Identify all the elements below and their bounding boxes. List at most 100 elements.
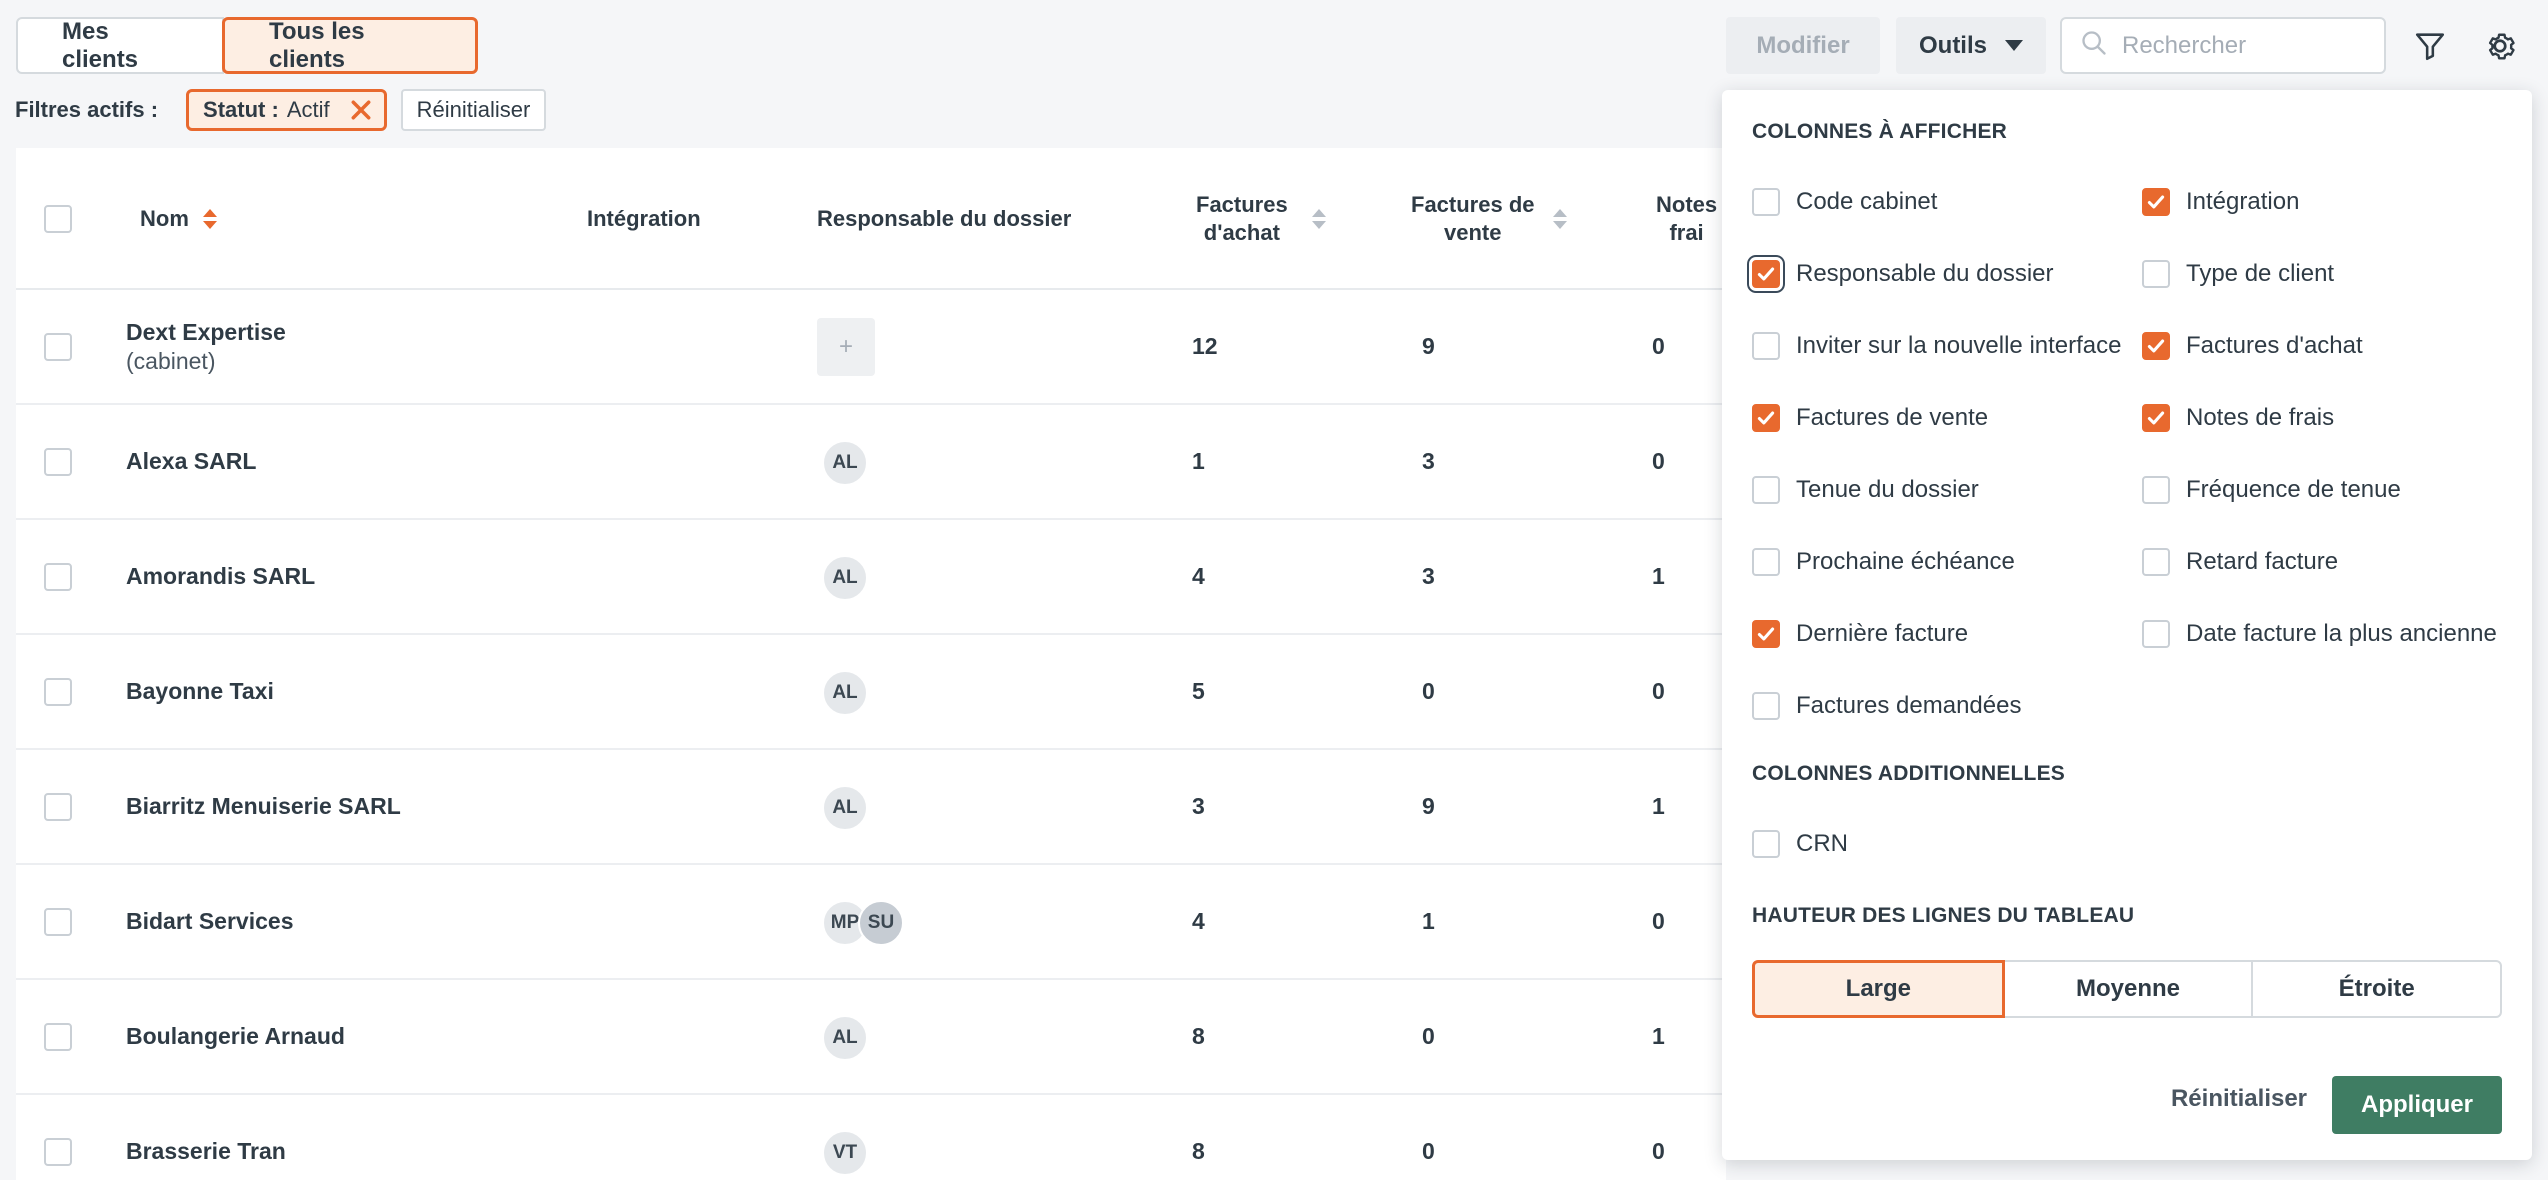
table-row[interactable]: Boulangerie Arnaud AL 8 0 1: [16, 980, 1726, 1095]
header-notes-frais[interactable]: Notes frai: [1656, 190, 1717, 248]
client-name[interactable]: Bayonne Taxi: [126, 635, 274, 748]
checkbox[interactable]: [2142, 260, 2170, 288]
factures-achat-value: 4: [1192, 908, 1205, 934]
table-row[interactable]: Bidart Services MP SU 4 1 0: [16, 865, 1726, 980]
option-derniere-facture[interactable]: Dernière facture: [1752, 620, 1968, 648]
checkbox[interactable]: [2142, 548, 2170, 576]
option-factures-dachat[interactable]: Factures d'achat: [2142, 332, 2363, 360]
search-input[interactable]: [2122, 31, 2372, 60]
client-name[interactable]: Alexa SARL: [126, 405, 256, 518]
row-checkbox[interactable]: [44, 333, 72, 361]
active-filters-bar: Filtres actifs : Statut : Actif Réinitia…: [15, 88, 547, 132]
factures-vente-value: 1: [1422, 908, 1435, 934]
checkbox[interactable]: [1752, 404, 1780, 432]
row-height-etroite[interactable]: Étroite: [2251, 960, 2503, 1018]
header-factures-vente-l2: vente: [1444, 220, 1502, 245]
clients-table: Nom Intégration Responsable du dossier F…: [16, 148, 1726, 1180]
option-type-de-client[interactable]: Type de client: [2142, 260, 2334, 288]
apply-button[interactable]: Appliquer: [2332, 1076, 2502, 1134]
header-nom-label: Nom: [140, 206, 189, 231]
factures-vente-value: 9: [1422, 333, 1435, 359]
checkbox[interactable]: [1752, 548, 1780, 576]
option-crn[interactable]: CRN: [1752, 830, 1848, 858]
header-factures-vente[interactable]: Factures de vente: [1411, 190, 1567, 248]
header-integration[interactable]: Intégration: [587, 200, 701, 238]
client-name[interactable]: Dext Expertise (cabinet): [126, 290, 286, 403]
option-notes-de-frais[interactable]: Notes de frais: [2142, 404, 2334, 432]
checkbox[interactable]: [2142, 404, 2170, 432]
modifier-button[interactable]: Modifier: [1726, 17, 1880, 74]
checkbox[interactable]: [1752, 620, 1780, 648]
add-owner-button[interactable]: +: [817, 318, 875, 376]
checkbox[interactable]: [2142, 332, 2170, 360]
option-tenue-du-dossier[interactable]: Tenue du dossier: [1752, 476, 1979, 504]
checkbox[interactable]: [1752, 830, 1780, 858]
filter-icon[interactable]: [2408, 24, 2452, 68]
header-responsable[interactable]: Responsable du dossier: [817, 200, 1071, 238]
filter-chip-statut[interactable]: Statut : Actif: [186, 89, 387, 131]
factures-achat-value: 4: [1192, 563, 1205, 589]
row-checkbox[interactable]: [44, 1138, 72, 1166]
checkbox[interactable]: [1752, 260, 1780, 288]
option-integration[interactable]: Intégration: [2142, 188, 2299, 216]
client-name-text: Boulangerie Arnaud: [126, 1023, 345, 1049]
table-row[interactable]: Brasserie Tran VT 8 0 0: [16, 1095, 1726, 1180]
close-icon[interactable]: [350, 99, 372, 121]
header-notes-frais-l1: Notes: [1656, 192, 1718, 217]
select-all-checkbox[interactable]: [44, 205, 72, 233]
table-row[interactable]: Alexa SARL AL 1 3 0: [16, 405, 1726, 520]
table-row[interactable]: Bayonne Taxi AL 5 0 0: [16, 635, 1726, 750]
option-code-cabinet[interactable]: Code cabinet: [1752, 188, 1937, 216]
notes-frais-value: 1: [1652, 793, 1665, 819]
client-name[interactable]: Brasserie Tran: [126, 1095, 286, 1180]
checkbox[interactable]: [1752, 476, 1780, 504]
table-row[interactable]: Biarritz Menuiserie SARL AL 3 9 1: [16, 750, 1726, 865]
option-retard-facture[interactable]: Retard facture: [2142, 548, 2338, 576]
option-prochaine-echeance[interactable]: Prochaine échéance: [1752, 548, 2015, 576]
tab-tous-les-clients[interactable]: Tous les clients: [222, 17, 478, 74]
option-inviter-nouvelle-interface[interactable]: Inviter sur la nouvelle interface: [1752, 332, 2122, 360]
option-label: Factures demandées: [1796, 692, 2022, 719]
client-name[interactable]: Amorandis SARL: [126, 520, 315, 633]
row-height-large[interactable]: Large: [1752, 960, 2005, 1018]
client-name[interactable]: Boulangerie Arnaud: [126, 980, 345, 1093]
option-responsable-du-dossier[interactable]: Responsable du dossier: [1752, 260, 2054, 288]
client-name[interactable]: Bidart Services: [126, 865, 293, 978]
search-box[interactable]: [2060, 17, 2386, 74]
outils-dropdown-button[interactable]: Outils: [1896, 17, 2046, 74]
checkbox[interactable]: [2142, 188, 2170, 216]
client-name-text: Amorandis SARL: [126, 563, 316, 589]
option-factures-demandees[interactable]: Factures demandées: [1752, 692, 2021, 720]
row-height-moyenne[interactable]: Moyenne: [2002, 960, 2254, 1018]
row-checkbox[interactable]: [44, 1023, 72, 1051]
avatar: SU: [858, 900, 904, 946]
checkbox[interactable]: [1752, 692, 1780, 720]
option-factures-de-vente[interactable]: Factures de vente: [1752, 404, 1988, 432]
option-date-facture-plus-ancienne[interactable]: Date facture la plus ancienne: [2142, 620, 2497, 648]
checkbox[interactable]: [1752, 332, 1780, 360]
panel-reset-button[interactable]: Réinitialiser: [2128, 1070, 2350, 1128]
row-checkbox[interactable]: [44, 678, 72, 706]
factures-achat-value: 3: [1192, 793, 1205, 819]
avatar: VT: [822, 1130, 868, 1176]
header-factures-achat[interactable]: Factures d'achat: [1196, 190, 1326, 248]
table-row[interactable]: Amorandis SARL AL 4 3 1: [16, 520, 1726, 635]
checkbox[interactable]: [2142, 620, 2170, 648]
row-checkbox[interactable]: [44, 908, 72, 936]
table-header: Nom Intégration Responsable du dossier F…: [16, 148, 1726, 290]
tab-mes-clients[interactable]: Mes clients: [16, 17, 224, 74]
header-nom[interactable]: Nom: [140, 200, 217, 238]
row-checkbox[interactable]: [44, 448, 72, 476]
factures-vente-value: 0: [1422, 1138, 1435, 1164]
client-name-text: Bidart Services: [126, 908, 294, 934]
checkbox[interactable]: [1752, 188, 1780, 216]
row-checkbox[interactable]: [44, 793, 72, 821]
notes-frais-value: 0: [1652, 908, 1665, 934]
table-row[interactable]: Dext Expertise (cabinet) + 12 9 0: [16, 290, 1726, 405]
option-frequence-de-tenue[interactable]: Fréquence de tenue: [2142, 476, 2401, 504]
client-name[interactable]: Biarritz Menuiserie SARL: [126, 750, 401, 863]
gear-icon[interactable]: [2478, 24, 2522, 68]
reset-filters-button[interactable]: Réinitialiser: [400, 89, 547, 131]
row-checkbox[interactable]: [44, 563, 72, 591]
checkbox[interactable]: [2142, 476, 2170, 504]
